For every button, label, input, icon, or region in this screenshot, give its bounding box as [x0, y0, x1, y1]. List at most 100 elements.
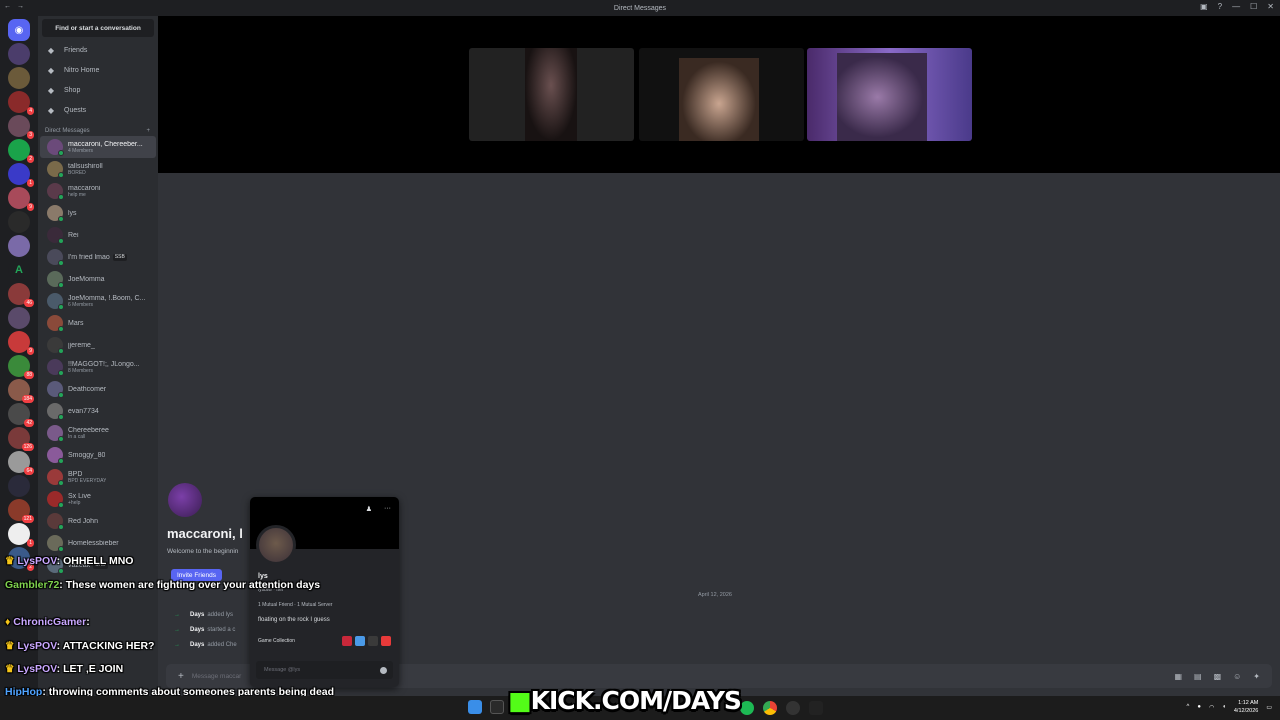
dm-item[interactable]: Mars: [40, 312, 156, 334]
clock[interactable]: 1:12 AM 4/12/2026: [1234, 699, 1258, 715]
dm-name: JoeMomma, !.Boom, C...: [68, 294, 146, 302]
system-message-user[interactable]: Days: [190, 612, 204, 618]
more-icon[interactable]: ···: [384, 505, 391, 513]
dm-text: Chereeberee In a call: [68, 427, 109, 440]
dm-item[interactable]: lys: [40, 202, 156, 224]
dm-text: JoeMomma: [68, 276, 105, 283]
server-icon[interactable]: 88: [8, 355, 34, 379]
notification-icon[interactable]: ▭: [1266, 704, 1272, 711]
dm-item[interactable]: Deathcomer: [40, 378, 156, 400]
status-indicator: [58, 150, 64, 156]
server-icon[interactable]: 2: [8, 139, 34, 163]
dm-item[interactable]: BPD BPD EVERYDAY: [40, 466, 156, 488]
profile-message-input[interactable]: Message @lys: [256, 661, 393, 679]
emoji-icon[interactable]: ☺: [1233, 672, 1241, 681]
dm-item[interactable]: I'm fried lmao SSB: [40, 246, 156, 268]
app-icon[interactable]: [786, 701, 800, 715]
dm-item[interactable]: tallsushiroll BORED: [40, 158, 156, 180]
close-button[interactable]: ✕: [1267, 2, 1274, 11]
status-indicator: [58, 282, 64, 288]
sidebar-nav-friends[interactable]: ◆ Friends: [38, 40, 158, 60]
overlay-user: ChronicGamer: [13, 616, 87, 628]
dm-item[interactable]: Red John: [40, 510, 156, 532]
mic-icon[interactable]: ●: [1197, 704, 1201, 710]
windows-start-icon[interactable]: [468, 700, 482, 714]
volume-icon[interactable]: ◖: [1222, 704, 1226, 710]
dm-item[interactable]: Rei: [40, 224, 156, 246]
spotify-icon[interactable]: [740, 701, 754, 715]
discord-home-icon[interactable]: ◉: [8, 19, 30, 41]
app-icon[interactable]: [809, 701, 823, 715]
server-icon[interactable]: [8, 43, 30, 65]
forward-icon[interactable]: →: [17, 3, 24, 10]
create-dm-icon[interactable]: +: [146, 128, 150, 134]
dm-item[interactable]: JoeMomma, !.Boom, C... 6 Members: [40, 290, 156, 312]
apps-icon[interactable]: ✦: [1253, 672, 1260, 681]
game-icon[interactable]: [342, 636, 352, 646]
dm-item[interactable]: Sx Live +help: [40, 488, 156, 510]
video-tile[interactable]: [469, 48, 634, 141]
tray-chevron-icon[interactable]: ^: [1187, 704, 1190, 710]
sidebar-nav-shop[interactable]: ◆ Shop: [38, 80, 158, 100]
game-collection[interactable]: Game Collection: [258, 634, 391, 648]
add-friend-icon[interactable]: ♟: [366, 505, 372, 513]
gif-icon[interactable]: ▤: [1194, 672, 1202, 681]
server-icon[interactable]: 9: [8, 187, 34, 211]
server-icon[interactable]: 3: [8, 115, 34, 139]
game-icon[interactable]: [381, 636, 391, 646]
server-icon[interactable]: [8, 475, 30, 497]
emoji-icon[interactable]: [380, 666, 387, 674]
server-icon[interactable]: 64: [8, 451, 34, 475]
dm-item[interactable]: Chereeberee In a call: [40, 422, 156, 444]
nitro-icon: ◆: [47, 65, 55, 75]
server-icon[interactable]: 4: [8, 91, 34, 115]
video-tile[interactable]: [807, 48, 972, 141]
dm-item[interactable]: jjereme_: [40, 334, 156, 356]
wifi-icon[interactable]: ◠: [1209, 704, 1214, 711]
sticker-icon[interactable]: ▩: [1214, 672, 1222, 681]
profile-mutuals[interactable]: 1 Mutual Friend · 1 Mutual Server: [258, 602, 332, 608]
gift-icon[interactable]: ▦: [1174, 672, 1182, 681]
server-icon[interactable]: 1: [8, 523, 34, 547]
server-icon[interactable]: 1: [8, 163, 34, 187]
help-icon[interactable]: ?: [1218, 2, 1222, 11]
server-icon[interactable]: [8, 211, 30, 233]
chrome-icon[interactable]: [763, 701, 777, 715]
system-message-user[interactable]: Days: [190, 627, 204, 633]
minimize-button[interactable]: —: [1232, 2, 1240, 11]
inbox-icon[interactable]: ▣: [1200, 2, 1208, 11]
server-icon[interactable]: 9: [8, 331, 34, 355]
maximize-button[interactable]: ☐: [1250, 2, 1257, 11]
dm-item[interactable]: maccaroni help me: [40, 180, 156, 202]
server-icon[interactable]: 46: [8, 283, 34, 307]
server-icon[interactable]: 121: [8, 499, 34, 523]
dm-item[interactable]: JoeMomma: [40, 268, 156, 290]
dm-item[interactable]: Homelessbieber: [40, 532, 156, 554]
game-icon[interactable]: [368, 636, 378, 646]
dm-item[interactable]: Smoggy_80: [40, 444, 156, 466]
sidebar-nav-quests[interactable]: ◆ Quests: [38, 100, 158, 120]
server-icon[interactable]: [8, 67, 30, 89]
profile-avatar[interactable]: [256, 525, 296, 565]
server-icon[interactable]: [8, 235, 30, 257]
server-icon[interactable]: 184: [8, 379, 34, 403]
dm-item[interactable]: evan7734: [40, 400, 156, 422]
search-icon[interactable]: [490, 700, 504, 714]
dm-name: maccaroni, Chereeber...: [68, 140, 143, 148]
arrow-icon: →: [174, 642, 180, 648]
system-message-user[interactable]: Days: [190, 642, 204, 648]
server-icon[interactable]: 42: [8, 403, 34, 427]
dm-name-row: JoeMomma, !.Boom, C...: [68, 295, 145, 302]
dm-item[interactable]: !!MAGGOT!;, JLongo... 8 Members: [40, 356, 156, 378]
find-conversation-button[interactable]: Find or start a conversation: [42, 19, 154, 37]
attach-icon[interactable]: +: [178, 671, 184, 682]
server-icon[interactable]: A: [8, 259, 30, 281]
back-icon[interactable]: ←: [4, 3, 11, 10]
avatar: [47, 139, 64, 156]
sidebar-nav-nitro-home[interactable]: ◆ Nitro Home: [38, 60, 158, 80]
game-icon[interactable]: [355, 636, 365, 646]
server-icon[interactable]: 126: [8, 427, 34, 451]
server-icon[interactable]: [8, 307, 30, 329]
dm-item[interactable]: maccaroni, Chereeber... 4 Members: [40, 136, 156, 158]
video-tile[interactable]: [639, 48, 804, 141]
